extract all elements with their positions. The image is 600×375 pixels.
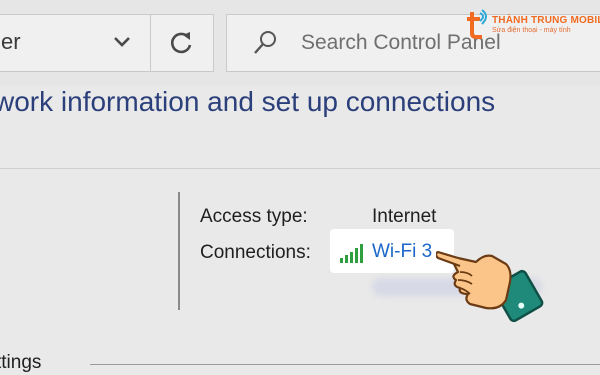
section-heading: ttings [0, 352, 42, 373]
address-bar[interactable]: er [0, 14, 152, 72]
brand-name: THÀNH TRUNG MOBILE [492, 15, 600, 26]
page-title: work information and set up connections [0, 86, 496, 117]
wifi-signal-icon [340, 244, 363, 263]
section-divider [90, 364, 600, 365]
refresh-button[interactable] [150, 14, 214, 72]
pointing-hand-icon [436, 250, 544, 323]
wifi-connection-link[interactable]: Wi-Fi 3 [372, 241, 432, 263]
brand-logo: THÀNH TRUNG MOBILE Sửa điện thoại - máy … [466, 9, 600, 39]
chevron-down-icon[interactable] [107, 27, 137, 57]
access-type-value: Internet [372, 206, 437, 227]
refresh-icon [170, 32, 192, 54]
brand-tagline: Sửa điện thoại - máy tính [492, 27, 571, 34]
divider [0, 168, 600, 169]
address-text: er [1, 29, 21, 54]
search-icon [254, 31, 276, 54]
brand-logo-icon [467, 9, 487, 39]
access-type-label: Access type: [200, 206, 308, 227]
vertical-divider [178, 192, 180, 310]
connections-label: Connections: [200, 242, 311, 263]
